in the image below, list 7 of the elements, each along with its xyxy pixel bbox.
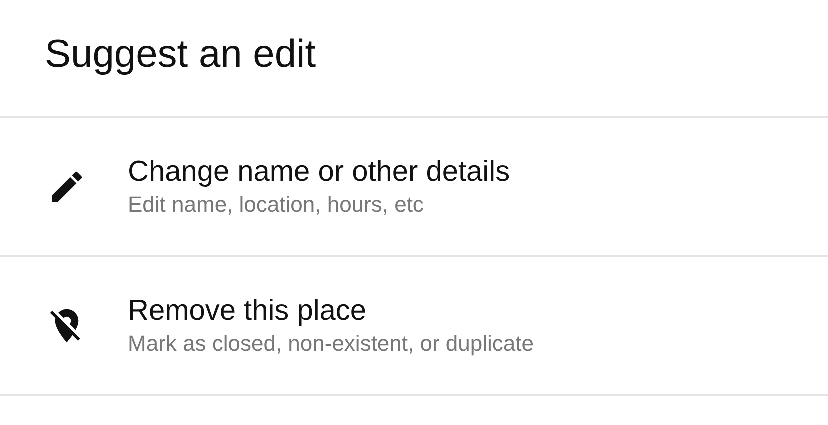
option-title: Change name or other details	[128, 154, 510, 190]
dialog-title: Suggest an edit	[45, 32, 318, 78]
option-description: Edit name, location, hours, etc	[128, 190, 425, 218]
menu-item[interactable]: Change name or other details Edit name, location, hours, etc	[0, 118, 828, 257]
menu-item[interactable]: Remove this place Mark as closed, non-existent, or duplicate	[0, 257, 828, 396]
option-description: Mark as closed, non-existent, or duplicate	[128, 330, 534, 358]
option-title: Remove this place	[128, 294, 368, 328]
